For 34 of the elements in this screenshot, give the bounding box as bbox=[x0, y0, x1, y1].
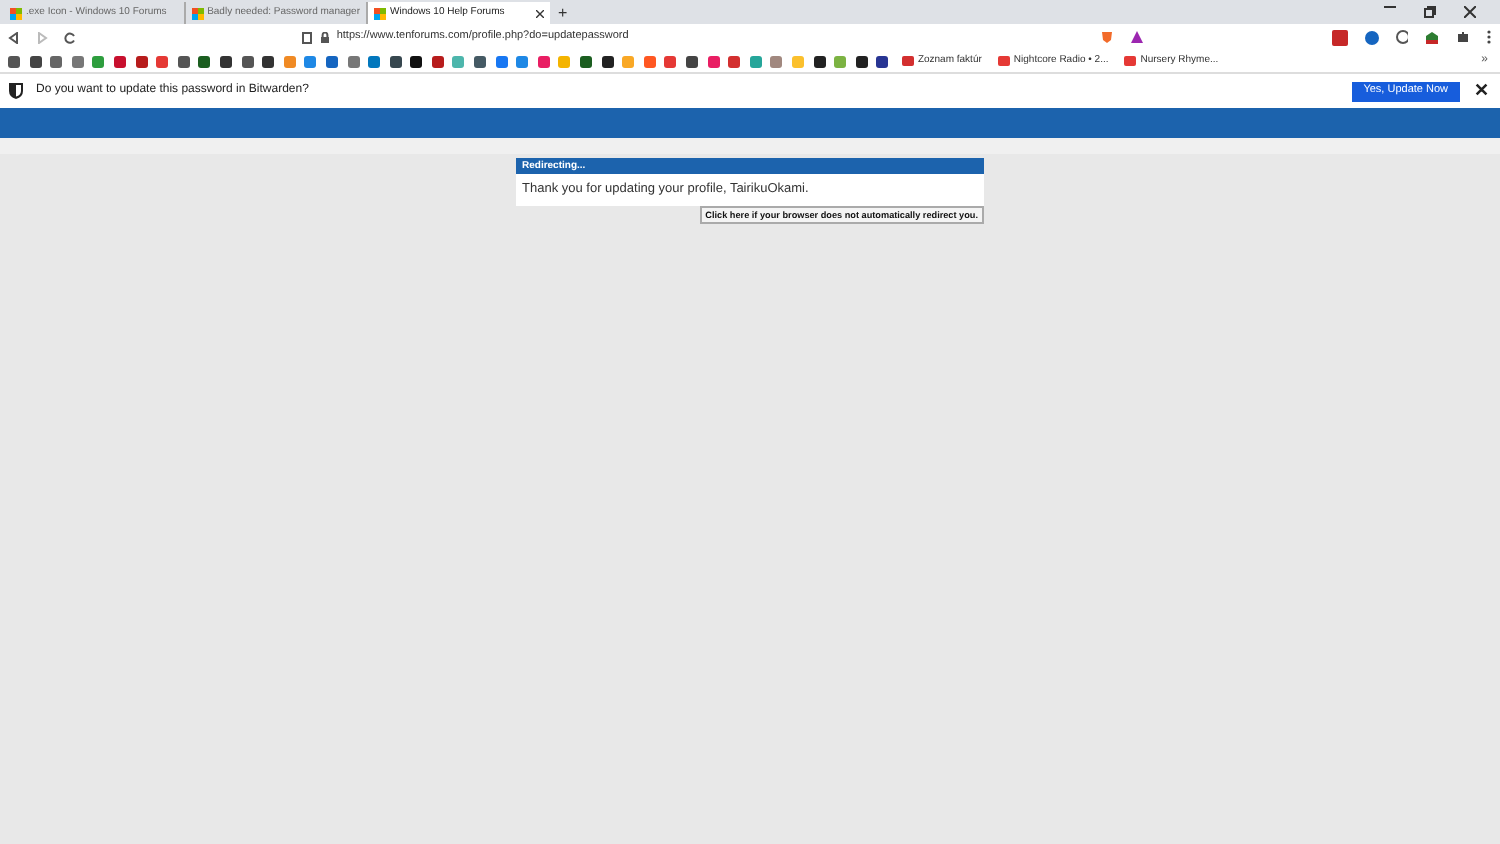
close-icon[interactable] bbox=[1464, 6, 1476, 18]
bookmark-icon[interactable] bbox=[813, 55, 826, 67]
bookmark-icon[interactable] bbox=[135, 55, 148, 67]
bookmark-icon[interactable] bbox=[389, 55, 402, 67]
extension-icon[interactable] bbox=[1424, 29, 1441, 45]
bookmark-icon[interactable] bbox=[876, 55, 889, 67]
bookmark-icon[interactable] bbox=[241, 55, 254, 67]
bookmark-icon[interactable] bbox=[219, 55, 232, 67]
bookmark-page-icon[interactable] bbox=[302, 31, 313, 43]
bookmark-icon[interactable] bbox=[686, 55, 698, 67]
bookmark-icon[interactable] bbox=[262, 55, 275, 67]
bookmark-icon[interactable] bbox=[8, 55, 20, 67]
bookmark-icon[interactable] bbox=[855, 55, 868, 67]
restore-icon[interactable] bbox=[1424, 6, 1436, 18]
lock-icon bbox=[320, 31, 331, 43]
four-squares-icon bbox=[10, 7, 22, 19]
bookmark-icon[interactable] bbox=[177, 55, 190, 67]
bookmark-icon[interactable] bbox=[198, 55, 211, 67]
bookmark-icon[interactable] bbox=[431, 55, 444, 67]
shield-icon bbox=[8, 82, 24, 100]
close-button[interactable]: ✕ bbox=[1472, 82, 1492, 100]
back-icon[interactable] bbox=[8, 31, 20, 43]
bookmark-icon[interactable] bbox=[474, 55, 487, 67]
menu-icon[interactable] bbox=[1486, 30, 1493, 44]
tab-close-icon[interactable] bbox=[536, 9, 544, 17]
new-tab-icon[interactable]: + bbox=[558, 6, 568, 22]
bookmark-icon[interactable] bbox=[601, 55, 614, 67]
four-squares-icon bbox=[374, 7, 386, 19]
reload-icon[interactable] bbox=[63, 31, 76, 43]
triangle-icon[interactable] bbox=[1129, 30, 1144, 44]
bookmark-icon[interactable] bbox=[29, 55, 42, 67]
four-squares-icon bbox=[192, 7, 204, 19]
bookmark-icon[interactable] bbox=[410, 55, 423, 67]
bookmark-icon[interactable] bbox=[580, 55, 593, 67]
